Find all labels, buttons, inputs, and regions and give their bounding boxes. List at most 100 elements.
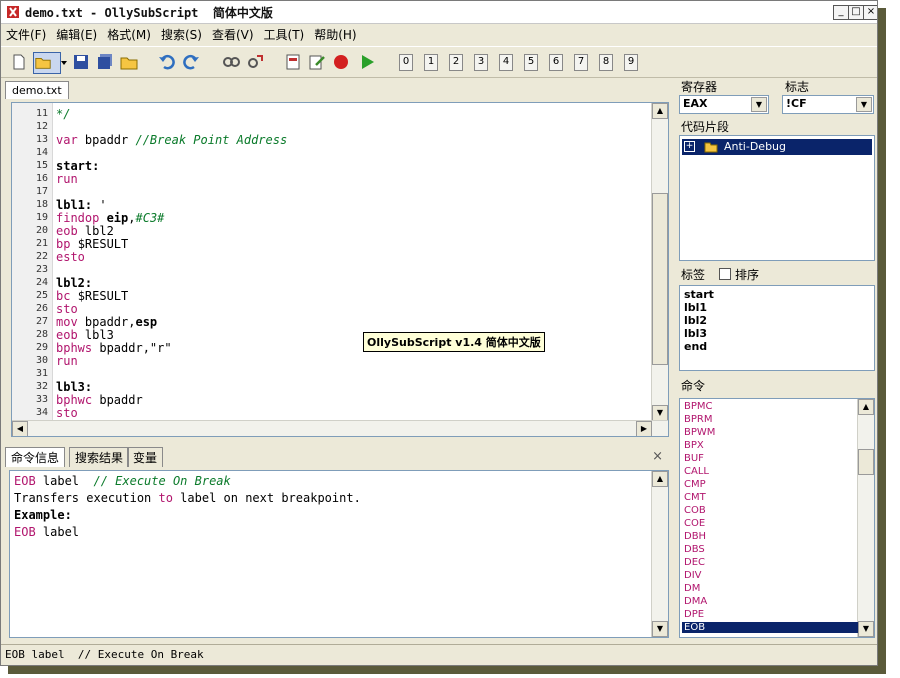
snippet-item-anti-debug[interactable]: + Anti-Debug	[682, 139, 872, 155]
command-item[interactable]: COE	[684, 518, 858, 529]
command-item[interactable]: BUF	[684, 453, 858, 464]
open-file-button[interactable]	[33, 52, 61, 74]
command-item[interactable]: EOB	[682, 622, 858, 633]
commands-list[interactable]: ▲ ▼ BPMC BPRM BPWM BPX BUF CALL CMP CMT COB COE DB…	[679, 398, 875, 638]
expand-icon[interactable]: +	[684, 141, 695, 152]
command-item[interactable]: BPMC	[684, 401, 858, 412]
tab-search-results[interactable]: 搜索结果	[69, 447, 130, 467]
menu-help[interactable]: 帮助(H)	[309, 24, 361, 43]
code-line[interactable]: sto	[56, 406, 78, 420]
scroll-thumb[interactable]	[652, 193, 668, 365]
code-line[interactable]: findop eip,#C3#	[56, 211, 164, 225]
save-all-icon[interactable]	[95, 52, 115, 72]
info-scroll-down-icon[interactable]: ▼	[652, 621, 668, 637]
undo-icon[interactable]	[157, 52, 177, 72]
code-line[interactable]: esto	[56, 250, 85, 264]
command-item[interactable]: DPE	[684, 609, 858, 620]
bookmark-6-button[interactable]: 6	[549, 54, 563, 71]
bookmark-0-button[interactable]: 0	[399, 54, 413, 71]
run-icon[interactable]	[357, 52, 377, 72]
label-item[interactable]: lbl3	[684, 327, 707, 340]
tab-demo-txt[interactable]: demo.txt	[5, 81, 69, 99]
scroll-up-icon[interactable]: ▲	[652, 103, 668, 119]
command-item[interactable]: CALL	[684, 466, 858, 477]
menu-tools[interactable]: 工具(T)	[259, 24, 310, 43]
editor-horizontal-scrollbar[interactable]: ◀ ▶	[12, 420, 668, 436]
editor-vertical-scrollbar[interactable]: ▲ ▼	[651, 103, 668, 421]
commands-scroll-thumb[interactable]	[858, 449, 874, 475]
replace-icon[interactable]	[245, 52, 265, 72]
code-line[interactable]: bphws bpaddr,"r"	[56, 341, 172, 355]
labels-list[interactable]: start lbl1 lbl2 lbl3 end	[679, 285, 875, 371]
redo-icon[interactable]	[181, 52, 201, 72]
code-line[interactable]: lbl1: '	[56, 198, 107, 212]
code-line[interactable]: */	[56, 107, 70, 121]
command-item[interactable]: DBS	[684, 544, 858, 555]
label-item[interactable]: end	[684, 340, 707, 353]
bookmark-3-button[interactable]: 3	[474, 54, 488, 71]
bookmark-7-button[interactable]: 7	[574, 54, 588, 71]
flag-select[interactable]: !CF ▼	[782, 95, 874, 114]
info-vertical-scrollbar[interactable]: ▲ ▼	[651, 471, 668, 637]
bookmark-2-button[interactable]: 2	[449, 54, 463, 71]
commands-scroll-up-icon[interactable]: ▲	[858, 399, 874, 415]
code-line[interactable]: bp $RESULT	[56, 237, 128, 251]
info-scroll-up-icon[interactable]: ▲	[652, 471, 668, 487]
command-item[interactable]: DIV	[684, 570, 858, 581]
bookmark-1-button[interactable]: 1	[424, 54, 438, 71]
bookmark-9-button[interactable]: 9	[624, 54, 638, 71]
command-item[interactable]: COB	[684, 505, 858, 516]
menu-search[interactable]: 搜索(S)	[156, 24, 207, 43]
label-item[interactable]: start	[684, 288, 714, 301]
command-item[interactable]: CMT	[684, 492, 858, 503]
maximize-button[interactable]: □	[848, 5, 864, 20]
menu-edit[interactable]: 编辑(E)	[51, 24, 102, 43]
breakpoint-icon[interactable]	[331, 52, 351, 72]
code-line[interactable]: eob lbl3	[56, 328, 114, 342]
open-dropdown-icon[interactable]	[60, 52, 68, 72]
script-page-icon[interactable]	[283, 52, 303, 72]
menu-file[interactable]: 文件(F)	[1, 24, 51, 43]
commands-scroll-down-icon[interactable]: ▼	[858, 621, 874, 637]
code-line[interactable]: start:	[56, 159, 99, 173]
code-line[interactable]: lbl2:	[56, 276, 92, 290]
scroll-down-icon[interactable]: ▼	[652, 405, 668, 421]
command-item[interactable]: BPWM	[684, 427, 858, 438]
menu-view[interactable]: 查看(V)	[207, 24, 259, 43]
tab-command-info[interactable]: 命令信息	[5, 447, 66, 467]
tab-variables[interactable]: 变量	[127, 447, 164, 467]
edit-script-icon[interactable]	[307, 52, 327, 72]
chevron-down-icon[interactable]: ▼	[856, 97, 872, 112]
new-file-icon[interactable]	[9, 52, 29, 72]
bookmark-5-button[interactable]: 5	[524, 54, 538, 71]
label-item[interactable]: lbl1	[684, 301, 707, 314]
minimize-button[interactable]: _	[833, 5, 849, 20]
code-line[interactable]: run	[56, 172, 78, 186]
command-item[interactable]: BPRM	[684, 414, 858, 425]
code-line[interactable]: run	[56, 354, 78, 368]
bookmark-8-button[interactable]: 8	[599, 54, 613, 71]
command-item[interactable]: DMA	[684, 596, 858, 607]
code-line[interactable]: bphwc bpaddr	[56, 393, 143, 407]
scroll-left-icon[interactable]: ◀	[12, 421, 28, 436]
command-item[interactable]: DBH	[684, 531, 858, 542]
folder-icon[interactable]	[119, 52, 139, 72]
command-item[interactable]: CMP	[684, 479, 858, 490]
code-line[interactable]: sto	[56, 302, 78, 316]
scroll-right-icon[interactable]: ▶	[636, 421, 652, 436]
save-icon[interactable]	[71, 52, 91, 72]
menu-format[interactable]: 格式(M)	[102, 24, 156, 43]
find-icon[interactable]	[221, 52, 241, 72]
code-line[interactable]: var bpaddr //Break Point Address	[56, 133, 287, 147]
register-select[interactable]: EAX ▼	[679, 95, 769, 114]
command-item[interactable]: DEC	[684, 557, 858, 568]
command-item[interactable]: DM	[684, 583, 858, 594]
chevron-down-icon[interactable]: ▼	[751, 97, 767, 112]
sort-checkbox[interactable]	[719, 268, 731, 280]
code-editor[interactable]: 11 12 13 14 15 16 17 18 19 20 21 22 23 24 25 26 27 28 29 30…	[11, 102, 669, 437]
commands-scrollbar[interactable]: ▲ ▼	[857, 399, 874, 637]
bookmark-4-button[interactable]: 4	[499, 54, 513, 71]
code-line[interactable]: mov bpaddr,esp	[56, 315, 157, 329]
snippets-tree[interactable]: + Anti-Debug	[679, 135, 875, 261]
close-panel-icon[interactable]: ×	[652, 449, 663, 464]
